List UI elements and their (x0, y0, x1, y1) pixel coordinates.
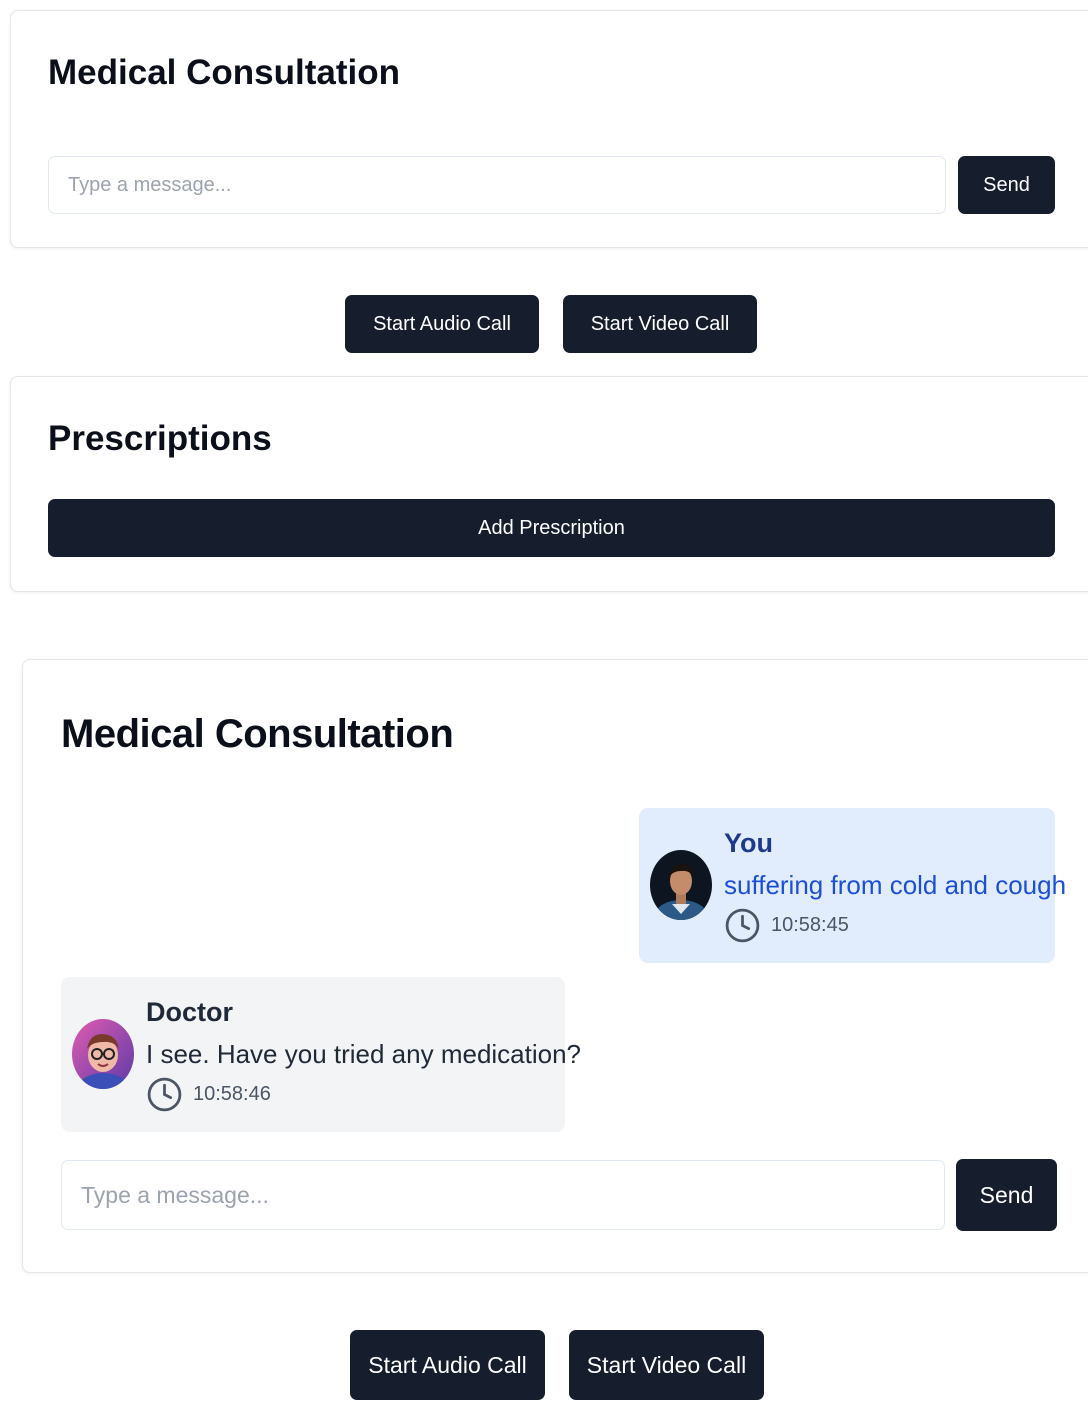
start-video-call-button[interactable]: Start Video Call (563, 295, 757, 353)
message-sender: Doctor (146, 997, 233, 1027)
message-text: suffering from cold and cough (724, 870, 1067, 900)
send-button[interactable]: Send (958, 156, 1055, 214)
start-audio-call-button[interactable]: Start Audio Call (350, 1330, 545, 1400)
consultation-card-bottom: Medical Consultation You suffering from … (22, 659, 1088, 1273)
message-bubble-doctor: Doctor I see. Have you tried any medicat… (61, 977, 581, 1132)
start-video-call-button[interactable]: Start Video Call (569, 1330, 764, 1400)
message-timestamp: 10:58:45 (724, 907, 849, 944)
page-title: Medical Consultation (48, 53, 400, 92)
message-bubble-user: You suffering from cold and cough 10:58:… (639, 808, 1066, 963)
add-prescription-button[interactable]: Add Prescription (48, 499, 1055, 557)
message-time: 10:58:46 (193, 1083, 271, 1105)
prescriptions-card: Prescriptions Add Prescription (10, 376, 1088, 592)
consultation-card-top: Medical Consultation Send (10, 10, 1088, 248)
message-sender: You (724, 828, 773, 858)
message-input[interactable] (61, 1160, 945, 1230)
doctor-avatar (72, 1019, 134, 1089)
consultation-title: Medical Consultation (61, 712, 454, 756)
message-text: I see. Have you tried any medication? (146, 1039, 582, 1069)
message-time: 10:58:45 (771, 914, 849, 936)
message-input[interactable] (48, 156, 946, 214)
message-timestamp: 10:58:46 (146, 1076, 271, 1113)
start-audio-call-button[interactable]: Start Audio Call (345, 295, 539, 353)
prescriptions-title: Prescriptions (48, 419, 272, 458)
send-button[interactable]: Send (956, 1159, 1057, 1231)
user-avatar (650, 850, 712, 920)
clock-icon (147, 1077, 182, 1112)
clock-icon (725, 908, 760, 943)
